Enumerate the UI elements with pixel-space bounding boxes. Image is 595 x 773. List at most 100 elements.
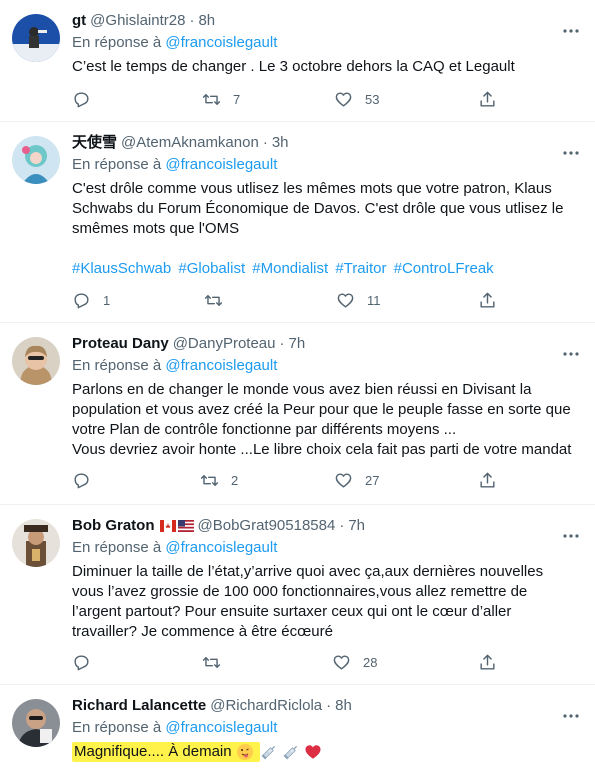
tweet[interactable]: 天使雪 @AtemAknamkanon · 3h En réponse à @f… — [0, 122, 595, 323]
tweet-text-line: C'est drôle comme vous utlisez les mêmes… — [72, 180, 552, 197]
display-name[interactable]: Richard Lalancette — [72, 695, 206, 717]
reply-context: En réponse à @francoislegault — [72, 32, 582, 54]
reply-context: En réponse à @francoislegault — [72, 717, 582, 739]
like-button[interactable]: 27 — [334, 469, 379, 491]
reply-prefix: En réponse à — [72, 34, 162, 51]
separator-dot: · — [189, 12, 195, 29]
tweet-text-line: l’argent partout? Pour ensuite surtaxer … — [72, 603, 512, 620]
separator-dot: · — [279, 335, 285, 352]
tweet-text-line: C’est le temps de changer . Le 3 octobre… — [72, 58, 515, 75]
timestamp[interactable]: 3h — [272, 132, 289, 154]
tweet-text-line: Vous devriez avoir honte ...Le libre cho… — [72, 441, 572, 458]
mention-link[interactable]: @francoislegault — [165, 719, 277, 736]
more-options-icon[interactable] — [560, 142, 582, 164]
tweet[interactable]: Richard Lalancette @RichardRiclola · 8h … — [0, 685, 595, 773]
tweet-text-line: travailler? Je commence à être écœuré — [72, 623, 333, 640]
retweet-count: 7 — [233, 91, 241, 107]
timestamp[interactable]: 8h — [198, 10, 215, 32]
user-handle[interactable]: @AtemAknamkanon — [121, 132, 259, 154]
hashtag-list: #KlausSchwab #Globalist #Mondialist #Tra… — [72, 259, 582, 279]
reply-button[interactable]: 1 — [72, 289, 110, 311]
user-handle[interactable]: @DanyProteau — [173, 333, 276, 355]
timestamp[interactable]: 7h — [288, 333, 305, 355]
tweet-text: C'est drôle comme vous utlisez les mêmes… — [72, 179, 582, 279]
like-count: 28 — [363, 654, 378, 670]
separator-dot: · — [262, 134, 268, 151]
retweet-icon — [202, 656, 221, 668]
share-button[interactable] — [478, 469, 497, 491]
reply-context: En réponse à @francoislegault — [72, 537, 582, 559]
highlighted-text: Magnifique.... À demain — [72, 742, 260, 762]
reply-prefix: En réponse à — [72, 357, 162, 374]
share-button[interactable] — [478, 88, 497, 110]
retweet-icon — [200, 474, 219, 486]
tweet-text-line: Magnifique.... À demain — [74, 743, 232, 760]
display-name[interactable]: 天使雪 — [72, 132, 117, 154]
mention-link[interactable]: @francoislegault — [165, 34, 277, 51]
more-options-icon[interactable] — [560, 20, 582, 42]
separator-dot: · — [326, 697, 332, 714]
display-name[interactable]: Bob Graton — [72, 515, 155, 537]
user-handle[interactable]: @Ghislaintr28 — [90, 10, 185, 32]
share-button[interactable] — [478, 651, 497, 673]
hashtag-link[interactable]: #Globalist — [178, 260, 245, 277]
heart-icon — [337, 292, 354, 308]
more-options-icon[interactable] — [560, 343, 582, 365]
reply-icon — [74, 91, 89, 107]
like-button[interactable]: 11 — [336, 289, 381, 311]
display-name[interactable]: Proteau Dany — [72, 333, 169, 355]
tweet-text: Magnifique.... À demain — [72, 742, 582, 762]
retweet-button[interactable]: 2 — [200, 469, 238, 491]
tweet-text: Diminuer la taille de l’état,y’arrive qu… — [72, 562, 582, 642]
mention-link[interactable]: @francoislegault — [165, 156, 277, 173]
like-button[interactable]: 28 — [332, 651, 377, 673]
user-handle[interactable]: @RichardRiclola — [210, 695, 322, 717]
like-button[interactable]: 53 — [334, 88, 379, 110]
tweet[interactable]: Bob Graton @BobGrat90518584 · 7h En répo… — [0, 505, 595, 685]
retweet-button[interactable] — [204, 289, 223, 311]
retweet-icon — [202, 93, 221, 105]
timestamp[interactable]: 8h — [335, 695, 352, 717]
syringe-emoji — [283, 745, 298, 760]
hashtag-link[interactable]: #KlausSchwab — [72, 260, 171, 277]
tweet-text-line: Diminuer la taille de l’état,y’arrive qu… — [72, 563, 544, 580]
reply-icon — [74, 654, 89, 670]
more-options-icon[interactable] — [560, 525, 582, 547]
like-count: 11 — [367, 292, 381, 308]
avatar[interactable] — [12, 699, 60, 747]
hashtag-link[interactable]: #Traitor — [335, 260, 386, 277]
retweet-button[interactable] — [202, 651, 221, 673]
mention-link[interactable]: @francoislegault — [165, 357, 277, 374]
display-name[interactable]: gt — [72, 10, 86, 32]
hashtag-link[interactable]: #ControLFreak — [394, 260, 494, 277]
more-options-icon[interactable] — [560, 705, 582, 727]
tweet[interactable]: gt @Ghislaintr28 · 8h En réponse à @fran… — [0, 0, 595, 122]
retweet-button[interactable]: 7 — [202, 88, 240, 110]
reply-button[interactable] — [72, 651, 91, 673]
avatar[interactable] — [12, 136, 60, 184]
syringe-emoji — [261, 745, 276, 760]
share-icon — [480, 654, 495, 670]
reply-button[interactable] — [72, 469, 91, 491]
tweet-text-line: votre Plan de contrôle fonctionne par di… — [72, 421, 457, 438]
reply-context: En réponse à @francoislegault — [72, 355, 582, 377]
avatar[interactable] — [12, 14, 60, 62]
usa-flag-icon — [177, 520, 194, 532]
reply-prefix: En réponse à — [72, 156, 162, 173]
face-with-tongue-emoji — [236, 744, 253, 761]
avatar[interactable] — [12, 337, 60, 385]
tweet-text: Parlons en de changer le monde vous avez… — [72, 380, 582, 460]
heart-icon — [335, 472, 352, 488]
tweet[interactable]: Proteau Dany @DanyProteau · 7h En répons… — [0, 323, 595, 505]
hashtag-link[interactable]: #Mondialist — [252, 260, 328, 277]
tweet-text-line: Parlons en de changer le monde vous avez… — [72, 381, 532, 398]
reply-button[interactable] — [72, 88, 91, 110]
like-count: 27 — [365, 472, 380, 488]
user-handle[interactable]: @BobGrat90518584 — [198, 515, 336, 537]
avatar[interactable] — [12, 519, 60, 567]
reply-prefix: En réponse à — [72, 719, 162, 736]
tweet-text-line: Schwabs du Forum Économique de Davos. C'… — [72, 200, 564, 217]
share-button[interactable] — [478, 289, 497, 311]
mention-link[interactable]: @francoislegault — [165, 539, 277, 556]
timestamp[interactable]: 7h — [348, 515, 365, 537]
